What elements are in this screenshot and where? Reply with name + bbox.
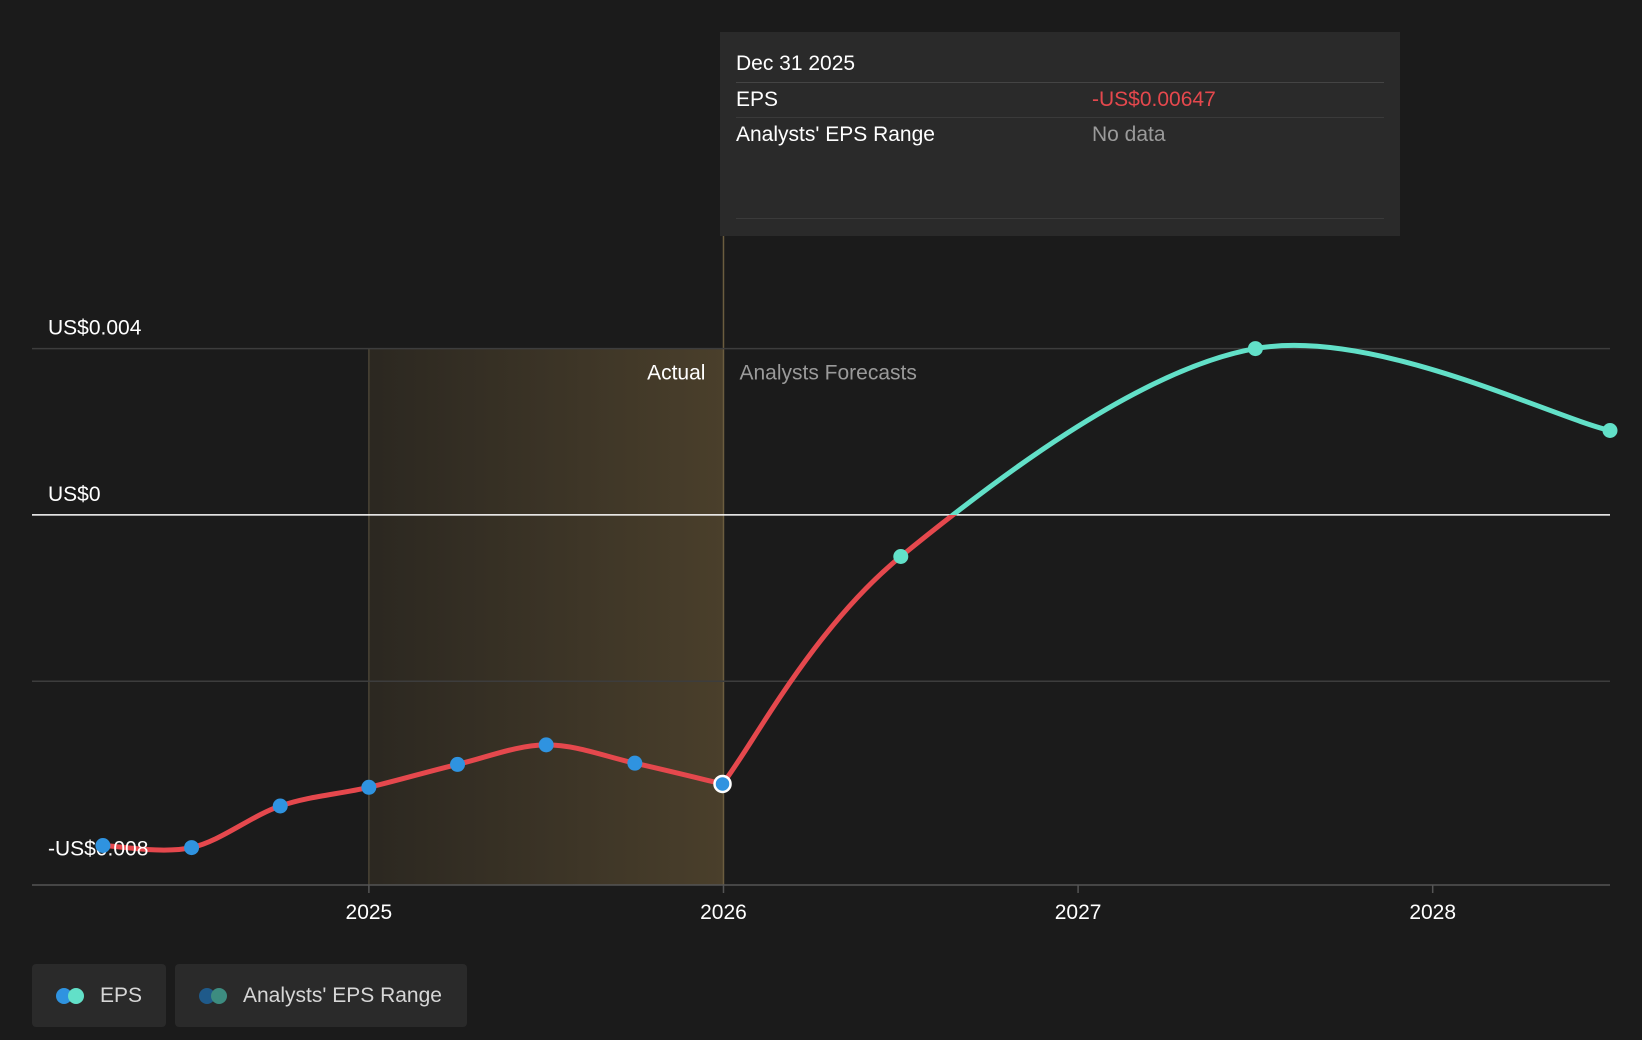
eps-actual-point (538, 737, 554, 753)
x-tick-label-2026: 2026 (700, 901, 747, 924)
legend-eps-label: EPS (99, 983, 142, 1007)
eps-actual-point (450, 756, 466, 772)
range-legend-dot-forecast (211, 987, 227, 1004)
tooltip-eps-value: -US$0.00647 (1092, 88, 1216, 111)
range-legend-icon (199, 987, 229, 1004)
eps-highlight-point (713, 774, 732, 794)
legend-range-button[interactable]: Analysts' EPS Range (175, 964, 467, 1027)
eps-forecast-point (893, 549, 909, 564)
eps-forecast-point (1602, 423, 1618, 439)
y-tick-label-1: US$0 (48, 483, 101, 506)
eps-actual-point (272, 798, 288, 814)
eps-actual-point (361, 779, 377, 795)
tooltip-eps-label: EPS (736, 88, 779, 111)
x-tick-label-2025: 2025 (346, 901, 393, 924)
tooltip: Dec 31 2025 EPS -US$0.00647 Analysts' EP… (720, 32, 1400, 236)
tooltip-range-label: Analysts' EPS Range (736, 123, 935, 146)
y-tick-label-0: US$0.004 (48, 317, 142, 340)
legend-range-label: Analysts' EPS Range (243, 983, 442, 1007)
legend: EPS Analysts' EPS Range (32, 964, 467, 1027)
tooltip-row-range: Analysts' EPS Range No data (736, 118, 1384, 152)
eps-legend-dot-forecast (68, 987, 84, 1004)
actual-region-shade (368, 348, 724, 885)
eps-forecast-point (1247, 341, 1263, 357)
eps-forecast-line-negative (720, 514, 957, 786)
eps-forecast-line-positive (948, 342, 1611, 515)
tooltip-date: Dec 31 2025 (736, 46, 1384, 83)
eps-actual-point (184, 840, 200, 856)
legend-eps-button[interactable]: EPS (32, 964, 166, 1027)
x-tick-label-2027: 2027 (1055, 901, 1102, 924)
tooltip-row-eps: EPS -US$0.00647 (736, 83, 1384, 118)
eps-actual-point (95, 837, 111, 853)
tooltip-range-value: No data (1092, 123, 1166, 146)
x-tick-label-2028: 2028 (1409, 901, 1456, 924)
region-label-forecast: Analysts Forecasts (739, 362, 916, 385)
tooltip-divider (736, 218, 1384, 219)
eps-legend-icon (56, 987, 86, 1004)
eps-actual-point (627, 755, 643, 771)
region-label-actual: Actual (647, 362, 705, 385)
